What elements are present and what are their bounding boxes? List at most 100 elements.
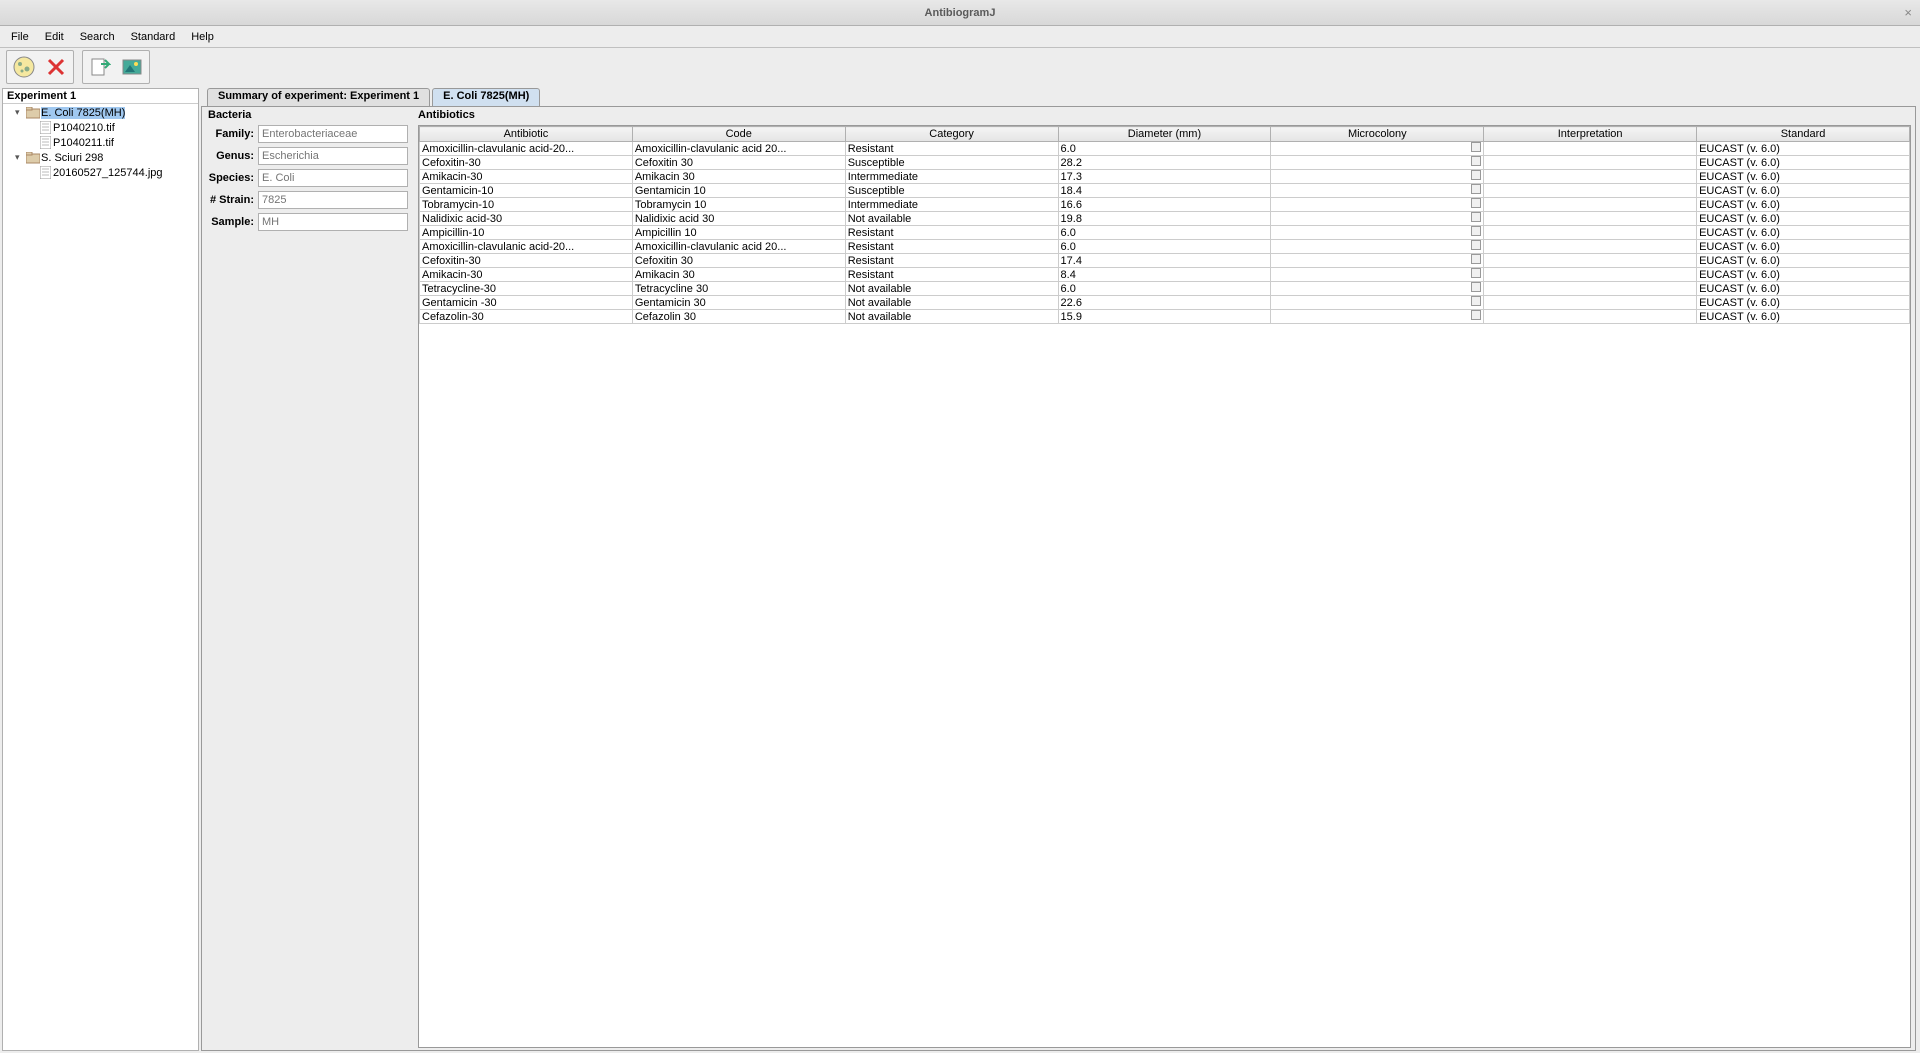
checkbox-icon[interactable] (1471, 184, 1481, 194)
family-field[interactable] (258, 125, 408, 143)
genus-field[interactable] (258, 147, 408, 165)
menu-search[interactable]: Search (72, 29, 123, 45)
sample-label: Sample: (208, 216, 254, 228)
checkbox-icon[interactable] (1471, 310, 1481, 320)
cell-microcolony[interactable] (1271, 268, 1484, 282)
cell-diameter: 6.0 (1058, 282, 1271, 296)
table-row[interactable]: Amikacin-30Amikacin 30Intermmediate17.3E… (420, 170, 1910, 184)
cell-microcolony[interactable] (1271, 240, 1484, 254)
checkbox-icon[interactable] (1471, 296, 1481, 306)
table-row[interactable]: Tobramycin-10Tobramycin 10Intermmediate1… (420, 198, 1910, 212)
cell-code: Amoxicillin-clavulanic acid 20... (632, 240, 845, 254)
cell-microcolony[interactable] (1271, 226, 1484, 240)
checkbox-icon[interactable] (1471, 156, 1481, 166)
tabs: Summary of experiment: Experiment 1E. Co… (201, 88, 1916, 106)
tree-root[interactable]: Experiment 1 (3, 89, 198, 104)
column-header[interactable]: Antibiotic (420, 127, 633, 142)
folder-icon (25, 152, 41, 164)
sample-field[interactable] (258, 213, 408, 231)
column-header[interactable]: Code (632, 127, 845, 142)
checkbox-icon[interactable] (1471, 282, 1481, 292)
menu-help[interactable]: Help (183, 29, 222, 45)
table-row[interactable]: Tetracycline-30Tetracycline 30Not availa… (420, 282, 1910, 296)
cell-antibiotic: Cefoxitin-30 (420, 156, 633, 170)
table-row[interactable]: Amoxicillin-clavulanic acid-20...Amoxici… (420, 240, 1910, 254)
cell-diameter: 15.9 (1058, 310, 1271, 324)
table-row[interactable]: Gentamicin -30Gentamicin 30Not available… (420, 296, 1910, 310)
cell-microcolony[interactable] (1271, 170, 1484, 184)
cell-standard: EUCAST (v. 6.0) (1697, 296, 1910, 310)
antibiotics-title: Antibiotics (418, 109, 1911, 121)
tab[interactable]: E. Coli 7825(MH) (432, 88, 540, 106)
cell-interpretation (1484, 142, 1697, 156)
dish-icon[interactable] (8, 52, 40, 82)
image-icon[interactable] (116, 52, 148, 82)
table-row[interactable]: Cefoxitin-30Cefoxitin 30Susceptible28.2E… (420, 156, 1910, 170)
table-row[interactable]: Cefazolin-30Cefazolin 30Not available15.… (420, 310, 1910, 324)
tree-item[interactable]: ▾ E. Coli 7825(MH) (3, 105, 198, 120)
checkbox-icon[interactable] (1471, 254, 1481, 264)
checkbox-icon[interactable] (1471, 240, 1481, 250)
cell-standard: EUCAST (v. 6.0) (1697, 240, 1910, 254)
cell-microcolony[interactable] (1271, 142, 1484, 156)
checkbox-icon[interactable] (1471, 226, 1481, 236)
tree-item[interactable]: P1040211.tif (3, 135, 198, 150)
table-row[interactable]: Ampicillin-10Ampicillin 10Resistant6.0EU… (420, 226, 1910, 240)
strain-field[interactable] (258, 191, 408, 209)
cell-antibiotic: Nalidixic acid-30 (420, 212, 633, 226)
tree-item[interactable]: ▾ S. Sciuri 298 (3, 150, 198, 165)
table-row[interactable]: Gentamicin-10Gentamicin 10Susceptible18.… (420, 184, 1910, 198)
tree-toggle-icon[interactable]: ▾ (15, 152, 25, 163)
tab[interactable]: Summary of experiment: Experiment 1 (207, 88, 430, 106)
cell-category: Not available (845, 296, 1058, 310)
export-icon[interactable] (84, 52, 116, 82)
checkbox-icon[interactable] (1471, 268, 1481, 278)
table-row[interactable]: Amikacin-30Amikacin 30Resistant8.4EUCAST… (420, 268, 1910, 282)
cell-microcolony[interactable] (1271, 156, 1484, 170)
cell-interpretation (1484, 254, 1697, 268)
file-icon (37, 136, 53, 149)
cell-microcolony[interactable] (1271, 310, 1484, 324)
menu-standard[interactable]: Standard (123, 29, 184, 45)
checkbox-icon[interactable] (1471, 198, 1481, 208)
column-header[interactable]: Microcolony (1271, 127, 1484, 142)
column-header[interactable]: Category (845, 127, 1058, 142)
table-row[interactable]: Nalidixic acid-30Nalidixic acid 30Not av… (420, 212, 1910, 226)
cell-code: Tetracycline 30 (632, 282, 845, 296)
cell-diameter: 16.6 (1058, 198, 1271, 212)
cell-standard: EUCAST (v. 6.0) (1697, 282, 1910, 296)
column-header[interactable]: Standard (1697, 127, 1910, 142)
cell-diameter: 6.0 (1058, 142, 1271, 156)
cell-microcolony[interactable] (1271, 254, 1484, 268)
cell-diameter: 6.0 (1058, 240, 1271, 254)
delete-icon[interactable] (40, 52, 72, 82)
cell-microcolony[interactable] (1271, 184, 1484, 198)
cell-microcolony[interactable] (1271, 296, 1484, 310)
cell-antibiotic: Ampicillin-10 (420, 226, 633, 240)
tree-item[interactable]: 20160527_125744.jpg (3, 165, 198, 180)
cell-code: Nalidixic acid 30 (632, 212, 845, 226)
checkbox-icon[interactable] (1471, 170, 1481, 180)
species-field[interactable] (258, 169, 408, 187)
checkbox-icon[interactable] (1471, 142, 1481, 152)
table-row[interactable]: Amoxicillin-clavulanic acid-20...Amoxici… (420, 142, 1910, 156)
menu-edit[interactable]: Edit (37, 29, 72, 45)
menu-file[interactable]: File (3, 29, 37, 45)
cell-antibiotic: Amikacin-30 (420, 170, 633, 184)
checkbox-icon[interactable] (1471, 212, 1481, 222)
tree-item[interactable]: P1040210.tif (3, 120, 198, 135)
tree-item-label: E. Coli 7825(MH) (41, 107, 125, 119)
tree-item-label: S. Sciuri 298 (41, 152, 103, 164)
close-icon[interactable]: × (1904, 5, 1912, 20)
table-row[interactable]: Cefoxitin-30Cefoxitin 30Resistant17.4EUC… (420, 254, 1910, 268)
window-title: AntibiogramJ (925, 7, 996, 19)
cell-microcolony[interactable] (1271, 212, 1484, 226)
cell-code: Gentamicin 30 (632, 296, 845, 310)
cell-code: Gentamicin 10 (632, 184, 845, 198)
cell-interpretation (1484, 310, 1697, 324)
cell-microcolony[interactable] (1271, 198, 1484, 212)
cell-microcolony[interactable] (1271, 282, 1484, 296)
tree-toggle-icon[interactable]: ▾ (15, 107, 25, 118)
column-header[interactable]: Interpretation (1484, 127, 1697, 142)
column-header[interactable]: Diameter (mm) (1058, 127, 1271, 142)
